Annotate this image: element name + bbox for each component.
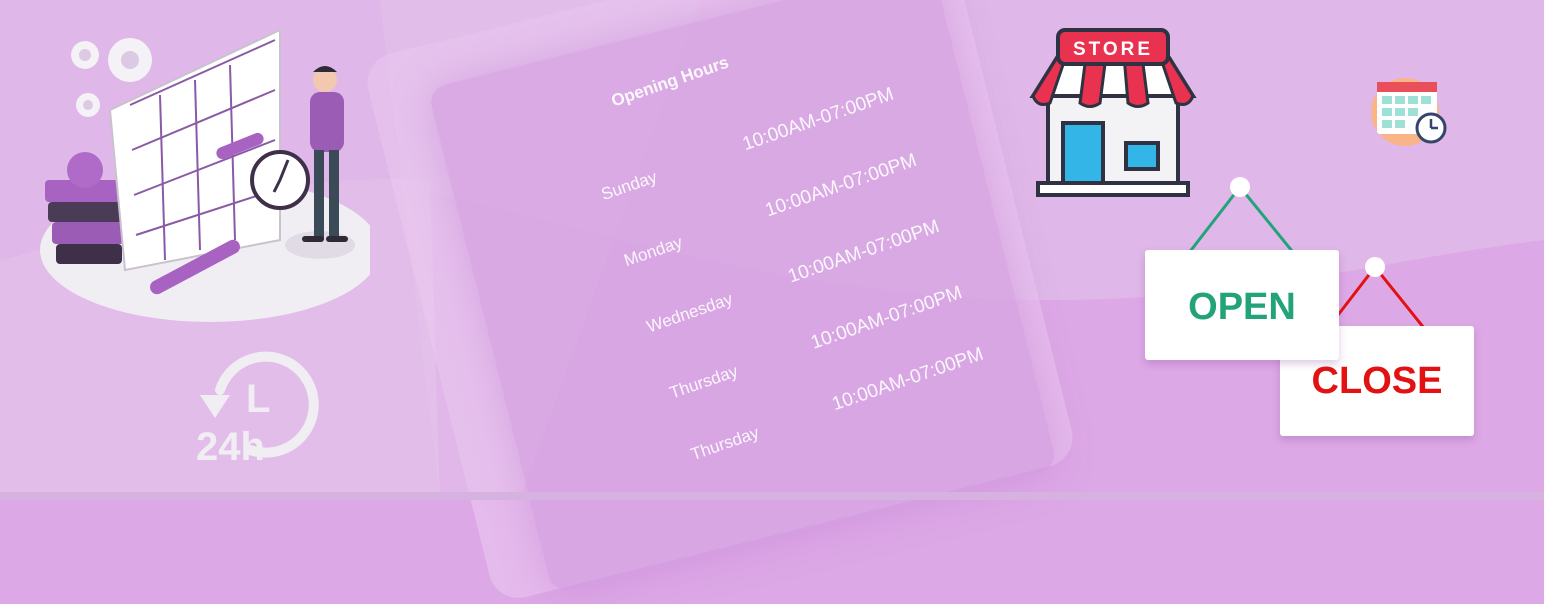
clock-hand-letter: L [246, 377, 270, 421]
time-label: 10:00AM-07:00PM [808, 282, 965, 354]
time-label: 10:00AM-07:00PM [739, 83, 897, 156]
bottom-band [0, 492, 1544, 500]
opening-hours-title: Opening Hours [608, 52, 732, 111]
open-sign-text: OPEN [1188, 286, 1296, 328]
clock-24h-icon: L 24h [196, 351, 319, 469]
day-label: Monday [621, 232, 685, 271]
time-label: 10:00AM-07:00PM [762, 149, 920, 222]
day-label: Wednesday [644, 289, 736, 337]
open-sign-icon: OPEN [1145, 250, 1339, 360]
time-label: 10:00AM-07:00PM [785, 216, 943, 288]
store-sign-text: STORE [1073, 39, 1153, 60]
day-label: Thursday [667, 361, 741, 403]
calendar-planning-illustration [40, 28, 370, 322]
hours-label: 24h [196, 425, 265, 469]
close-sign-text: CLOSE [1311, 360, 1443, 402]
day-label: Sunday [598, 167, 660, 204]
calendar-clock-icon [1371, 78, 1447, 146]
